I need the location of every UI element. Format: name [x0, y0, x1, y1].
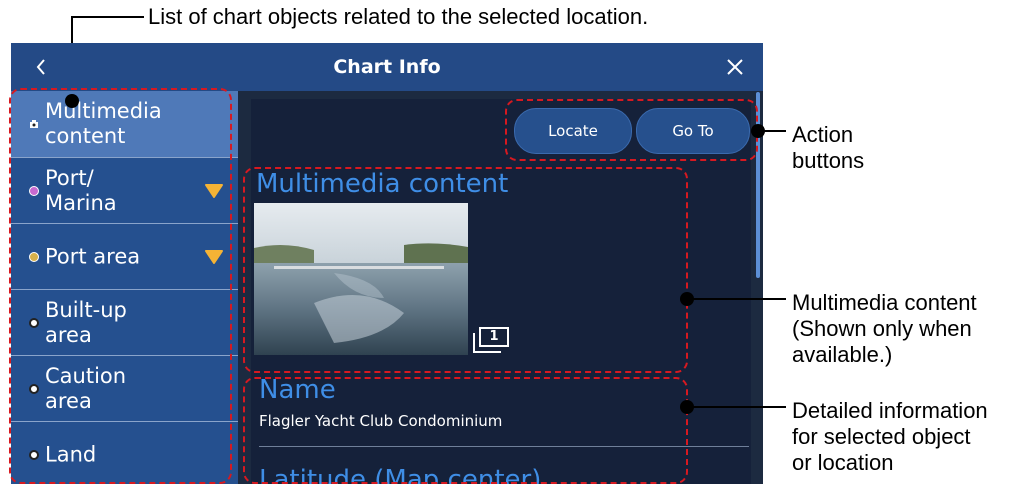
- back-button[interactable]: [17, 43, 65, 91]
- window-title: Chart Info: [333, 56, 441, 78]
- annotation-action-buttons: Action buttons: [792, 122, 865, 173]
- details-highlight: [243, 377, 688, 484]
- action-buttons-highlight: [505, 99, 758, 161]
- chevron-left-icon: [36, 59, 45, 75]
- leader-line: [687, 406, 786, 408]
- multimedia-highlight: [243, 167, 688, 373]
- sidebar-highlight: [9, 88, 232, 484]
- annotation-multimedia: Multimedia content (Shown only when availa…: [792, 290, 977, 367]
- annotation-list-description: List of chart objects related to the sel…: [148, 4, 649, 29]
- close-icon: [727, 59, 743, 75]
- title-bar: Chart Info: [11, 43, 763, 91]
- leader-line: [687, 298, 786, 300]
- leader-line: [72, 16, 144, 18]
- annotation-details: Detailed information for selected object o…: [792, 398, 988, 475]
- close-button[interactable]: [711, 43, 759, 91]
- leader-line: [758, 130, 786, 132]
- leader-dot: [65, 94, 79, 108]
